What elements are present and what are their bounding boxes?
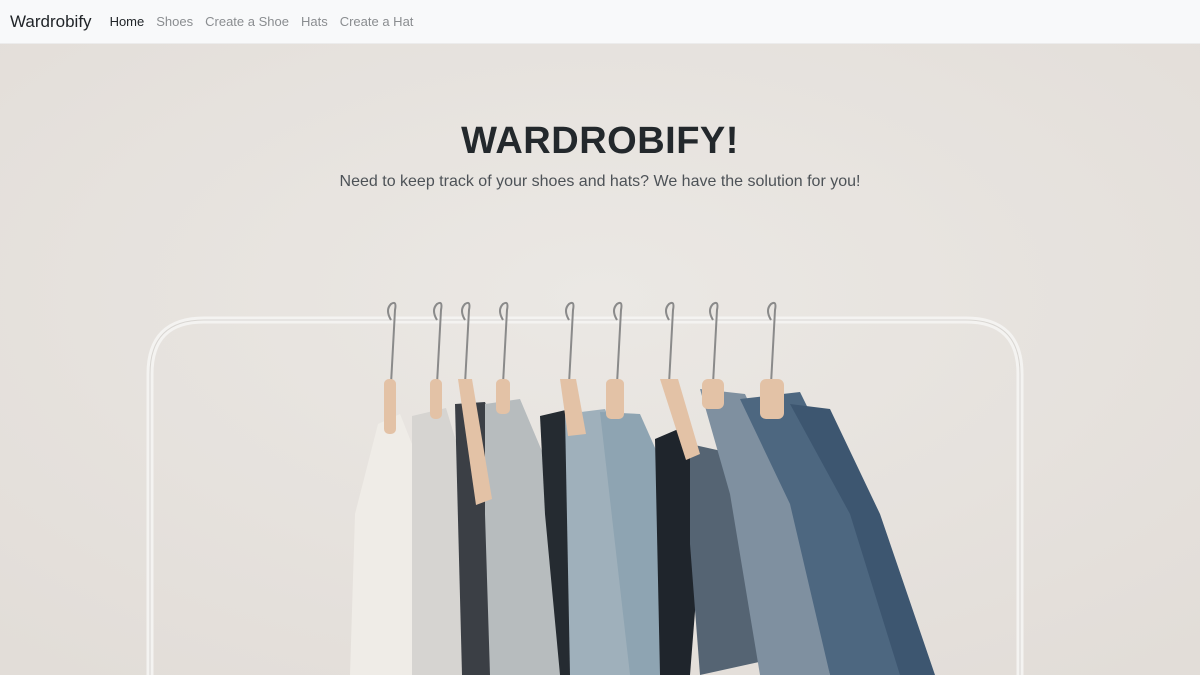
- nav-link-create-hat[interactable]: Create a Hat: [340, 14, 414, 29]
- nav-link-shoes[interactable]: Shoes: [156, 14, 193, 29]
- brand-link[interactable]: Wardrobify: [10, 12, 92, 32]
- top-navbar: Wardrobify Home Shoes Create a Shoe Hats…: [0, 0, 1200, 44]
- page-title: WARDROBIFY!: [461, 120, 739, 162]
- nav-link-create-shoe[interactable]: Create a Shoe: [205, 14, 289, 29]
- nav-link-home[interactable]: Home: [110, 14, 145, 29]
- page-subtitle: Need to keep track of your shoes and hat…: [339, 173, 861, 190]
- hero-section: WARDROBIFY! Need to keep track of your s…: [0, 44, 1200, 675]
- nav-link-hats[interactable]: Hats: [301, 14, 328, 29]
